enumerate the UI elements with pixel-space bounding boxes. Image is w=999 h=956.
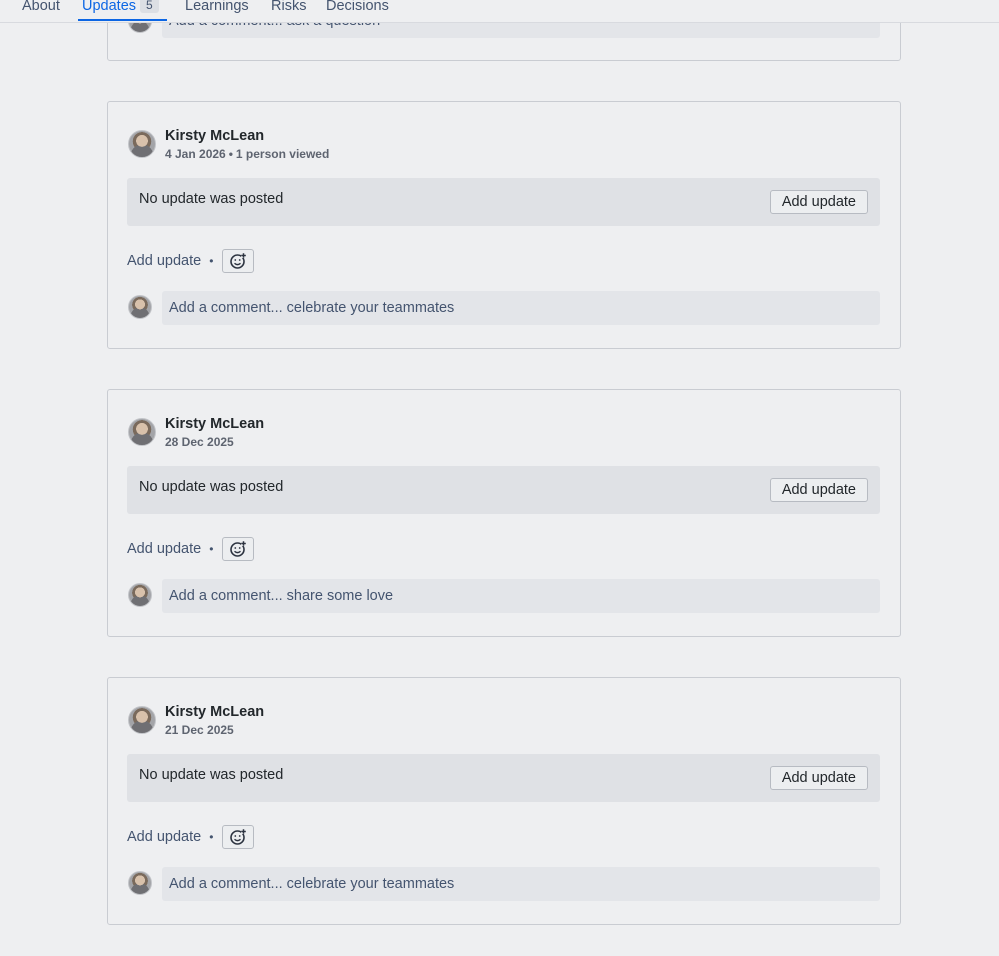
add-reaction-button[interactable] [222, 825, 255, 849]
tab-updates-label: Updates [82, 0, 137, 14]
no-update-text: No update was posted [139, 479, 284, 495]
author-name[interactable]: Kirsty McLean [165, 704, 264, 720]
update-meta: 4 Jan 2026 • 1 person viewed [165, 147, 329, 161]
user-avatar [128, 130, 156, 158]
view-count[interactable]: 1 person viewed [236, 147, 329, 161]
tab-risks[interactable]: Risks [271, 0, 306, 19]
separator-dot: • [228, 147, 233, 161]
add-update-link[interactable]: Add update [127, 253, 201, 269]
user-avatar [128, 871, 152, 895]
add-update-link[interactable]: Add update [127, 829, 201, 845]
comment-input[interactable] [162, 867, 880, 901]
update-date: 28 Dec 2025 [165, 435, 234, 449]
update-date: 21 Dec 2025 [165, 723, 234, 737]
update-panel: No update was posted Add update [127, 754, 880, 802]
user-avatar [128, 295, 152, 319]
separator-dot: • [209, 830, 214, 844]
update-card: Kirsty McLean 4 Jan 2026 • 1 person viewed… [107, 101, 901, 349]
author-name[interactable]: Kirsty McLean [165, 128, 264, 144]
tab-bar: About Updates 5 Learnings Risks Decisions [0, 0, 999, 23]
add-reaction-icon [230, 541, 247, 557]
action-row: Add update • [127, 825, 255, 849]
update-panel: No update was posted Add update [127, 466, 880, 514]
separator-dot: • [209, 542, 214, 556]
add-update-button[interactable]: Add update [769, 766, 868, 790]
comment-input[interactable] [162, 291, 880, 325]
user-avatar [128, 583, 152, 607]
author-name[interactable]: Kirsty McLean [165, 416, 264, 432]
add-update-link[interactable]: Add update [127, 541, 201, 557]
update-meta: 28 Dec 2025 [165, 435, 234, 449]
update-panel: No update was posted Add update [127, 178, 880, 226]
user-avatar [128, 418, 156, 446]
add-update-button[interactable]: Add update [769, 478, 868, 502]
update-card: Kirsty McLean 21 Dec 2025 No update was … [107, 677, 901, 925]
separator-dot: • [209, 254, 214, 268]
action-row: Add update • [127, 537, 255, 561]
update-meta: 21 Dec 2025 [165, 723, 234, 737]
updates-count-badge: 5 [140, 0, 159, 13]
no-update-text: No update was posted [139, 191, 284, 207]
update-date: 4 Jan 2026 [165, 147, 226, 161]
update-card: Kirsty McLean 28 Dec 2025 No update was … [107, 389, 901, 637]
add-reaction-icon [230, 253, 247, 269]
action-row: Add update • [127, 249, 255, 273]
tab-about[interactable]: About [22, 0, 60, 19]
add-reaction-button[interactable] [222, 537, 255, 561]
comment-input[interactable] [162, 579, 880, 613]
tab-decisions[interactable]: Decisions [326, 0, 389, 19]
add-reaction-icon [230, 829, 247, 845]
no-update-text: No update was posted [139, 767, 284, 783]
add-update-button[interactable]: Add update [769, 190, 868, 214]
tab-updates[interactable]: Updates 5 [78, 0, 167, 21]
tab-learnings[interactable]: Learnings [185, 0, 249, 19]
user-avatar [128, 706, 156, 734]
add-reaction-button[interactable] [222, 249, 255, 273]
